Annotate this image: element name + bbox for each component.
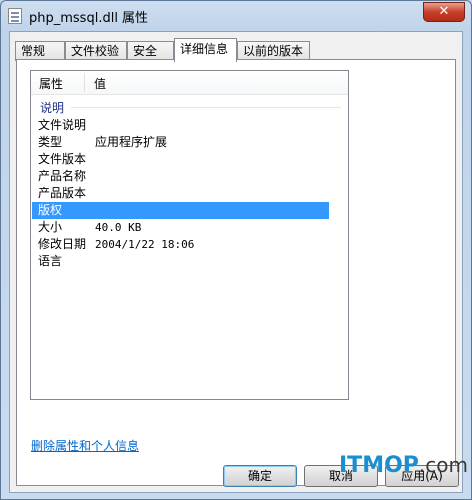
tab-label: 安全	[133, 44, 158, 58]
file-icon	[8, 8, 22, 24]
watermark-brand: ITMOP	[339, 453, 419, 478]
property-name: 语言	[38, 254, 63, 268]
tab-strip: 常规 文件校验 安全 详细信息 以前的版本	[10, 38, 462, 62]
table-row[interactable]: 文件说明	[32, 117, 329, 134]
table-row[interactable]: 类型 应用程序扩展	[32, 134, 329, 151]
watermark-logo: ITMOP.com	[339, 453, 468, 478]
table-row[interactable]: 产品版本	[32, 185, 329, 202]
table-row-selected[interactable]: 版权	[32, 202, 329, 219]
remove-properties-link[interactable]: 删除属性和个人信息	[31, 437, 139, 454]
tab-label: 详细信息	[180, 42, 229, 56]
tab-file-hash[interactable]: 文件校验	[65, 41, 127, 61]
column-header-property[interactable]: 属性	[39, 75, 63, 92]
watermark-suffix: .com	[418, 453, 468, 477]
tab-details[interactable]: 详细信息	[174, 38, 237, 62]
property-name: 大小	[38, 220, 63, 234]
group-label-description: 说明	[40, 101, 65, 115]
property-name: 文件说明	[38, 118, 87, 132]
column-header-value[interactable]: 值	[94, 75, 106, 92]
window-title: php_mssql.dll 属性	[29, 11, 149, 26]
properties-window: php_mssql.dll 属性 ✕ 常规 文件校验 安全 详细信息 以前的版本…	[0, 0, 472, 500]
tab-label: 常规	[21, 44, 46, 58]
close-icon: ✕	[438, 4, 450, 19]
close-button[interactable]: ✕	[423, 2, 465, 22]
property-name: 修改日期	[38, 237, 87, 251]
property-name: 产品名称	[38, 169, 87, 183]
table-row[interactable]: 产品名称	[32, 168, 329, 185]
dialog-content: 常规 文件校验 安全 详细信息 以前的版本 属性 值 说明 文件说明 类型 应用…	[9, 31, 463, 493]
list-header: 属性 值	[31, 71, 348, 95]
title-bar[interactable]: php_mssql.dll 属性 ✕	[1, 1, 471, 31]
table-row[interactable]: 语言	[32, 253, 329, 270]
details-panel: 属性 值 说明 文件说明 类型 应用程序扩展 文件版本 产品名称 产品版本 版权…	[16, 59, 456, 486]
details-list[interactable]: 属性 值 说明 文件说明 类型 应用程序扩展 文件版本 产品名称 产品版本 版权…	[30, 70, 349, 400]
column-divider[interactable]	[84, 73, 85, 92]
property-value: 40.0 KB	[95, 221, 142, 234]
tab-label: 以前的版本	[243, 44, 304, 58]
property-name: 文件版本	[38, 152, 87, 166]
table-row[interactable]: 文件版本	[32, 151, 329, 168]
tab-label: 文件校验	[71, 44, 120, 58]
table-row[interactable]: 大小 40.0 KB	[32, 219, 329, 236]
tab-previous-versions[interactable]: 以前的版本	[237, 41, 310, 61]
property-value: 2004/1/22 18:06	[95, 238, 195, 251]
tab-security[interactable]: 安全	[127, 41, 174, 61]
tab-general[interactable]: 常规	[15, 41, 65, 61]
ok-button[interactable]: 确定	[223, 465, 297, 487]
table-row[interactable]: 修改日期 2004/1/22 18:06	[32, 236, 329, 253]
property-name: 版权	[38, 203, 63, 217]
property-value: 应用程序扩展	[95, 135, 168, 149]
property-name: 类型	[38, 135, 63, 149]
property-name: 产品版本	[38, 186, 87, 200]
group-divider	[71, 107, 341, 108]
